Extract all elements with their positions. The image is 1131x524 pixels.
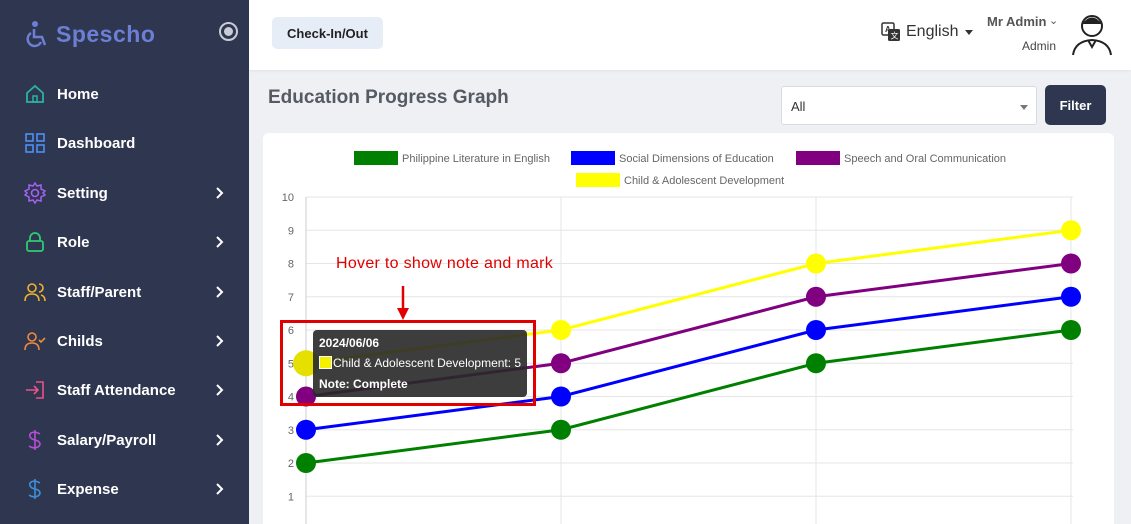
sidebar-item-staff-attendance[interactable]: Staff Attendance — [0, 370, 249, 410]
translate-icon: A 文 — [881, 22, 900, 41]
sidebar-item-label: Home — [57, 85, 99, 103]
wheelchair-icon — [26, 21, 47, 48]
avatar[interactable] — [1069, 9, 1115, 57]
data-point — [1061, 286, 1081, 307]
top-bar: Check-In/Out A 文 English Mr Admin ⌄ Admi… — [249, 0, 1131, 70]
dollar-icon — [24, 429, 46, 451]
chevron-right-icon — [214, 286, 226, 298]
grid-icon — [24, 132, 46, 154]
chevron-right-icon — [214, 335, 226, 347]
sidebar-item-label: Staff Attendance — [57, 381, 176, 399]
legend-swatch — [354, 151, 398, 165]
data-point — [806, 320, 826, 340]
chevron-right-icon — [214, 434, 226, 446]
sidebar-item-home[interactable]: Home — [0, 74, 249, 114]
chevron-right-icon — [214, 236, 226, 248]
chevron-right-icon — [214, 384, 226, 396]
filter-button[interactable]: Filter — [1045, 85, 1106, 125]
language-selector[interactable]: A 文 English — [881, 22, 974, 42]
chevron-right-icon — [214, 483, 226, 495]
chevron-right-icon — [214, 187, 226, 199]
filter-select[interactable]: All — [781, 86, 1037, 125]
app-name: Spescho — [56, 20, 156, 47]
legend-label: Speech and Oral Communication — [844, 153, 1006, 165]
sidebar-item-label: Salary/Payroll — [57, 431, 157, 449]
sidebar-item-expense[interactable]: Expense — [0, 469, 249, 509]
app-logo[interactable]: Spescho — [24, 18, 155, 50]
toggle-dot-icon — [224, 27, 233, 36]
legend-swatch — [576, 173, 620, 187]
y-tick-label: 10 — [282, 192, 294, 204]
sidebar-item-staff-parent[interactable]: Staff/Parent — [0, 272, 249, 312]
gear-icon — [24, 182, 46, 204]
sidebar-item-label: Setting — [57, 184, 108, 202]
hover-annotation: Hover to show note and mark — [336, 255, 554, 272]
legend-label: Social Dimensions of Education — [619, 153, 774, 165]
y-tick-label: 7 — [288, 292, 294, 304]
home-icon — [24, 83, 46, 105]
y-tick-label: 8 — [288, 259, 294, 271]
data-point — [806, 353, 826, 374]
data-point — [1061, 320, 1081, 340]
legend-label: Philippine Literature in English — [402, 153, 550, 165]
data-point — [551, 386, 571, 407]
data-point — [806, 286, 826, 307]
legend-swatch — [796, 151, 840, 165]
user-role: Admin — [1022, 39, 1057, 53]
sidebar-toggle[interactable] — [219, 22, 238, 41]
sidebar: Spescho Home Dashboard Setting Role Staff/Pa… — [0, 0, 249, 524]
svg-text:文: 文 — [891, 31, 899, 41]
data-point — [1061, 253, 1081, 274]
y-tick-label: 2 — [288, 458, 294, 470]
data-point — [1061, 220, 1081, 241]
data-point — [806, 253, 826, 274]
users-icon — [24, 281, 46, 303]
sidebar-item-label: Staff/Parent — [57, 283, 142, 301]
sidebar-item-label: Dashboard — [57, 134, 136, 152]
language-label: English — [906, 23, 959, 40]
user-check-icon — [24, 330, 46, 352]
caret-down-icon — [1020, 105, 1028, 110]
sidebar-item-salary-payroll[interactable]: Salary/Payroll — [0, 420, 249, 460]
dollar-icon — [24, 478, 46, 500]
data-point — [296, 419, 316, 440]
y-tick-label: 3 — [288, 425, 294, 437]
y-tick-label: 9 — [288, 225, 294, 237]
data-point — [296, 453, 316, 473]
y-tick-label: 1 — [288, 491, 294, 503]
data-point — [551, 320, 571, 340]
check-in-out-button[interactable]: Check-In/Out — [272, 17, 383, 49]
legend-swatch — [571, 151, 615, 165]
lock-icon — [24, 231, 46, 253]
caret-down-icon — [965, 29, 974, 35]
page-title: Education Progress Graph — [268, 87, 509, 108]
highlight-box — [280, 320, 536, 406]
sidebar-item-label: Expense — [57, 480, 119, 498]
data-point — [551, 419, 571, 440]
sidebar-item-childs[interactable]: Childs — [0, 321, 249, 361]
filter-select-value: All — [791, 99, 806, 114]
sidebar-item-role[interactable]: Role — [0, 222, 249, 262]
user-name[interactable]: Mr Admin — [987, 14, 1046, 29]
legend-label: Child & Adolescent Development — [624, 175, 784, 187]
sidebar-item-label: Childs — [57, 332, 103, 350]
login-icon — [24, 379, 46, 401]
data-point — [551, 353, 571, 374]
arrow-down-icon — [397, 286, 409, 320]
sidebar-item-label: Role — [57, 233, 90, 251]
sidebar-item-setting[interactable]: Setting — [0, 173, 249, 213]
sidebar-item-dashboard[interactable]: Dashboard — [0, 123, 249, 163]
chevron-down-icon[interactable]: ⌄ — [1049, 14, 1058, 27]
